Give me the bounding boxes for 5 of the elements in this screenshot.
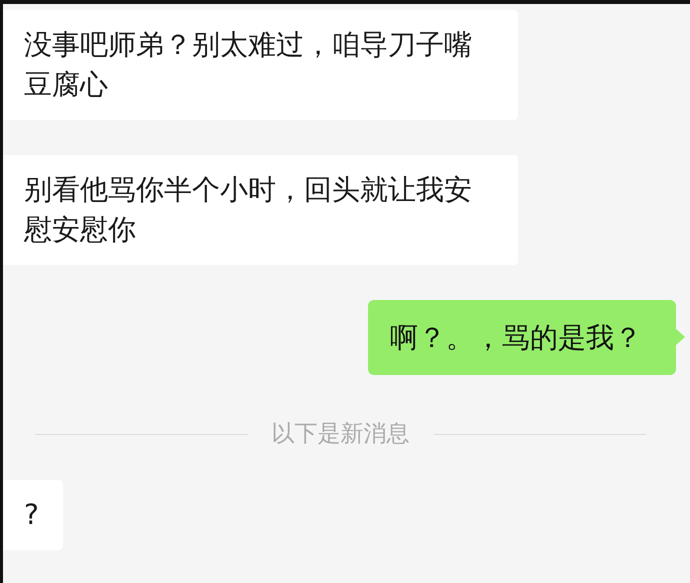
- received-message: ?: [3, 480, 63, 550]
- bubble-tail: [675, 328, 685, 346]
- received-message: 别看他骂你半个小时，回头就让我安慰安慰你: [3, 155, 518, 265]
- new-messages-divider: 以下是新消息: [272, 420, 410, 449]
- received-message: 没事吧师弟？别太难过，咱导刀子嘴豆腐心: [3, 10, 518, 120]
